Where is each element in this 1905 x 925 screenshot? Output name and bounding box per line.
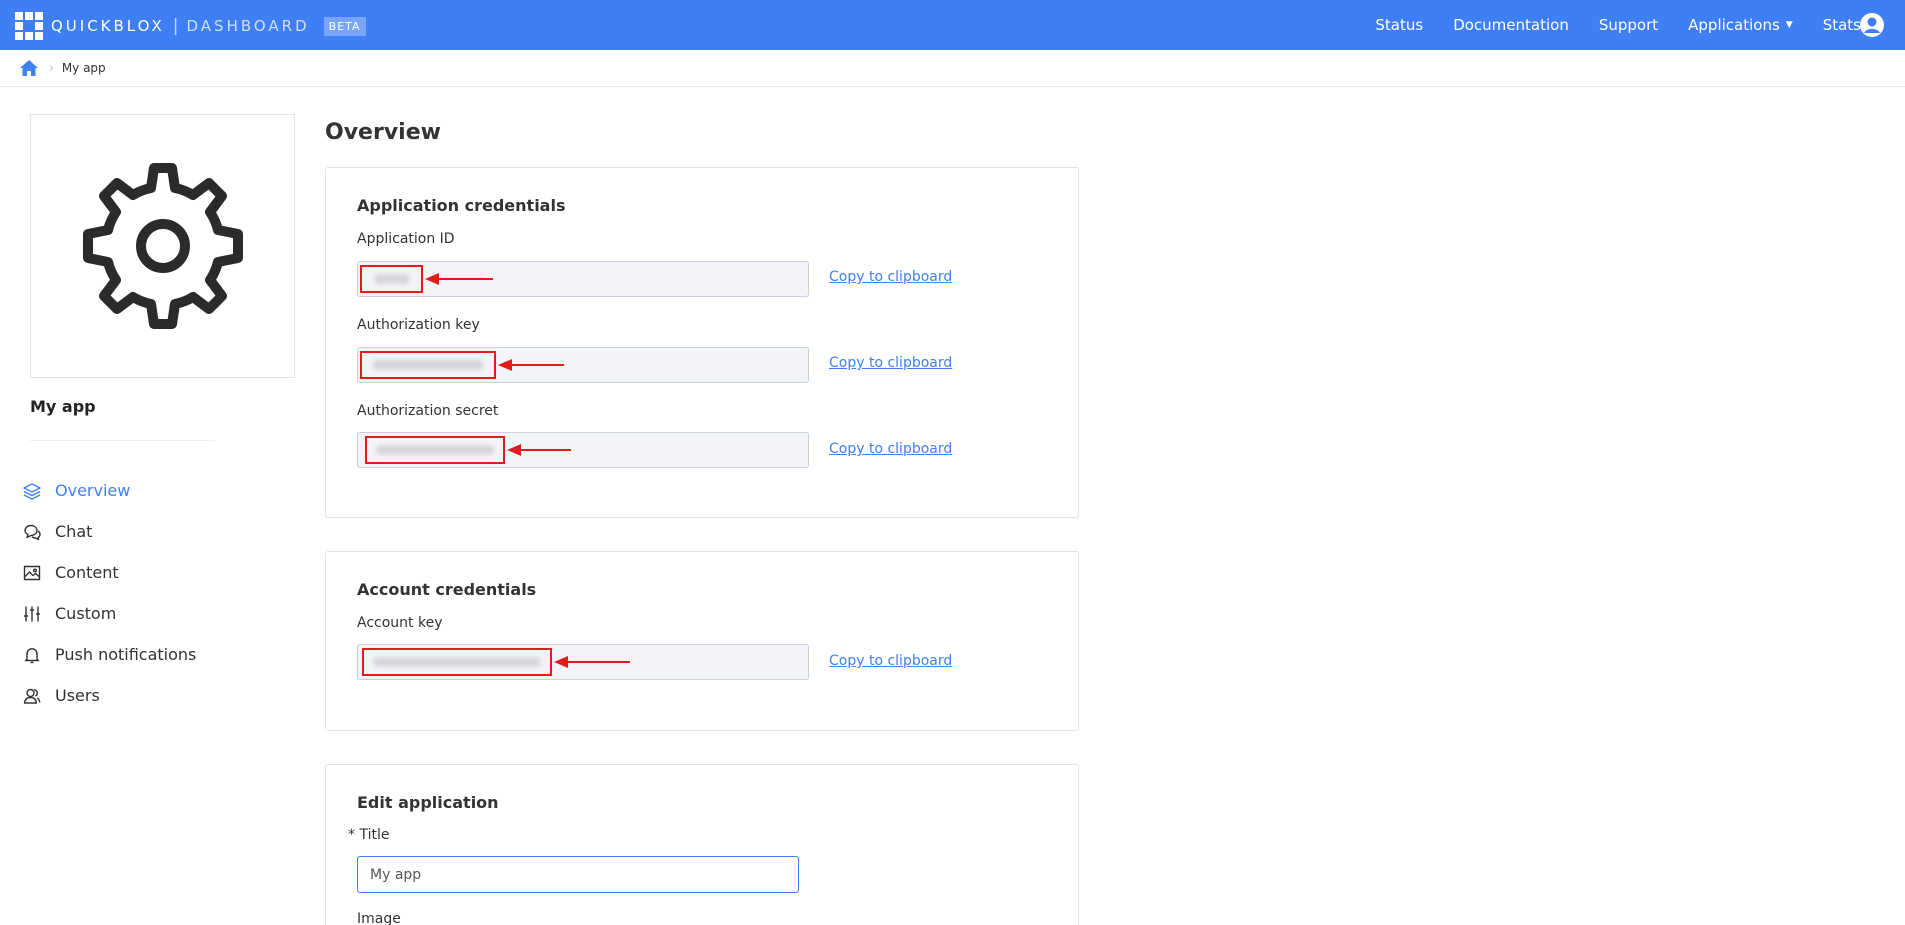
card-heading: Application credentials bbox=[357, 196, 566, 215]
brand-separator: | bbox=[172, 16, 179, 36]
nav-support-link[interactable]: Support bbox=[1599, 16, 1658, 34]
redacted-value-highlight bbox=[360, 265, 423, 293]
chat-icon bbox=[24, 524, 41, 540]
image-field-label: Image bbox=[357, 911, 401, 925]
application-credentials-card: Application credentials Application ID C… bbox=[325, 167, 1079, 518]
card-heading: Edit application bbox=[357, 793, 499, 812]
bell-icon bbox=[24, 647, 40, 663]
authorization-key-field[interactable] bbox=[357, 347, 809, 383]
nav-status-link[interactable]: Status bbox=[1375, 16, 1423, 34]
copy-authorization-secret-link[interactable]: Copy to clipboard bbox=[829, 441, 952, 457]
quickblox-logo[interactable]: QUICKBLOX | DASHBOARD BETA bbox=[15, 12, 366, 40]
sidebar-item-label: Push notifications bbox=[55, 645, 197, 664]
blurred-value bbox=[373, 657, 541, 667]
sidebar-item-overview[interactable]: Overview bbox=[22, 470, 196, 511]
page-title: Overview bbox=[325, 120, 441, 145]
nav-applications-dropdown[interactable]: Applications ▼ bbox=[1688, 16, 1793, 34]
blurred-value bbox=[372, 360, 484, 370]
red-arrow-icon bbox=[425, 273, 493, 285]
sidebar-item-label: Custom bbox=[55, 604, 117, 623]
nav-documentation-link[interactable]: Documentation bbox=[1453, 16, 1569, 34]
top-nav-links: Status Documentation Support Application… bbox=[1345, 0, 1861, 50]
authorization-secret-label: Authorization secret bbox=[357, 403, 499, 419]
layers-icon bbox=[23, 482, 41, 500]
blurred-value bbox=[373, 274, 410, 284]
brand-subtitle: DASHBOARD bbox=[186, 17, 310, 35]
nav-stats-link[interactable]: Stats bbox=[1823, 16, 1861, 34]
top-navbar: QUICKBLOX | DASHBOARD BETA Status Docume… bbox=[0, 0, 1905, 50]
copy-account-key-link[interactable]: Copy to clipboard bbox=[829, 653, 952, 669]
blurred-value bbox=[376, 445, 494, 455]
beta-badge: BETA bbox=[323, 16, 366, 36]
redacted-value-highlight bbox=[360, 351, 496, 379]
breadcrumb: › My app bbox=[0, 50, 1905, 87]
copy-authorization-key-link[interactable]: Copy to clipboard bbox=[829, 355, 952, 371]
breadcrumb-current: My app bbox=[61, 61, 106, 75]
breadcrumb-chevron-icon: › bbox=[49, 61, 54, 75]
sidebar-item-push-notifications[interactable]: Push notifications bbox=[22, 634, 196, 675]
sidebar-divider bbox=[30, 440, 215, 441]
sidebar-item-users[interactable]: Users bbox=[22, 675, 196, 716]
app-image bbox=[30, 114, 295, 378]
authorization-secret-field[interactable] bbox=[357, 432, 809, 468]
title-field-label: * Title bbox=[348, 827, 389, 843]
image-icon bbox=[23, 565, 41, 580]
sidebar-item-chat[interactable]: Chat bbox=[22, 511, 196, 552]
edit-application-card: Edit application * Title Image bbox=[325, 764, 1079, 925]
red-arrow-icon bbox=[498, 359, 564, 371]
user-account-icon[interactable] bbox=[1859, 12, 1885, 38]
sidebar-item-label: Chat bbox=[55, 522, 93, 541]
title-input[interactable] bbox=[357, 856, 799, 893]
authorization-key-label: Authorization key bbox=[357, 317, 480, 333]
account-key-field[interactable] bbox=[357, 644, 809, 680]
redacted-value-highlight bbox=[362, 648, 552, 676]
logo-grid-icon bbox=[15, 12, 43, 40]
title-label-text: Title bbox=[359, 827, 390, 843]
red-arrow-icon bbox=[554, 656, 630, 668]
account-credentials-card: Account credentials Account key Copy to … bbox=[325, 551, 1079, 731]
caret-down-icon: ▼ bbox=[1785, 20, 1793, 30]
nav-applications-label: Applications bbox=[1688, 16, 1780, 34]
sliders-icon bbox=[24, 606, 40, 621]
redacted-value-highlight bbox=[365, 436, 505, 464]
account-key-label: Account key bbox=[357, 615, 443, 631]
card-heading: Account credentials bbox=[357, 580, 537, 599]
gear-icon bbox=[82, 163, 243, 329]
sidebar-item-custom[interactable]: Custom bbox=[22, 593, 196, 634]
sidebar-app-name: My app bbox=[30, 397, 96, 416]
required-marker: * bbox=[348, 827, 355, 843]
red-arrow-icon bbox=[507, 444, 571, 456]
application-id-field[interactable] bbox=[357, 261, 809, 297]
users-icon bbox=[23, 688, 41, 704]
sidebar-item-label: Overview bbox=[55, 481, 131, 500]
copy-application-id-link[interactable]: Copy to clipboard bbox=[829, 269, 952, 285]
sidebar-item-content[interactable]: Content bbox=[22, 552, 196, 593]
sidebar-item-label: Content bbox=[55, 563, 119, 582]
brand-name: QUICKBLOX bbox=[51, 17, 165, 35]
sidebar-item-label: Users bbox=[55, 686, 100, 705]
application-id-label: Application ID bbox=[357, 231, 455, 247]
home-icon[interactable] bbox=[19, 59, 39, 77]
sidebar-nav: Overview Chat Content Custom Push notifi… bbox=[22, 470, 196, 716]
